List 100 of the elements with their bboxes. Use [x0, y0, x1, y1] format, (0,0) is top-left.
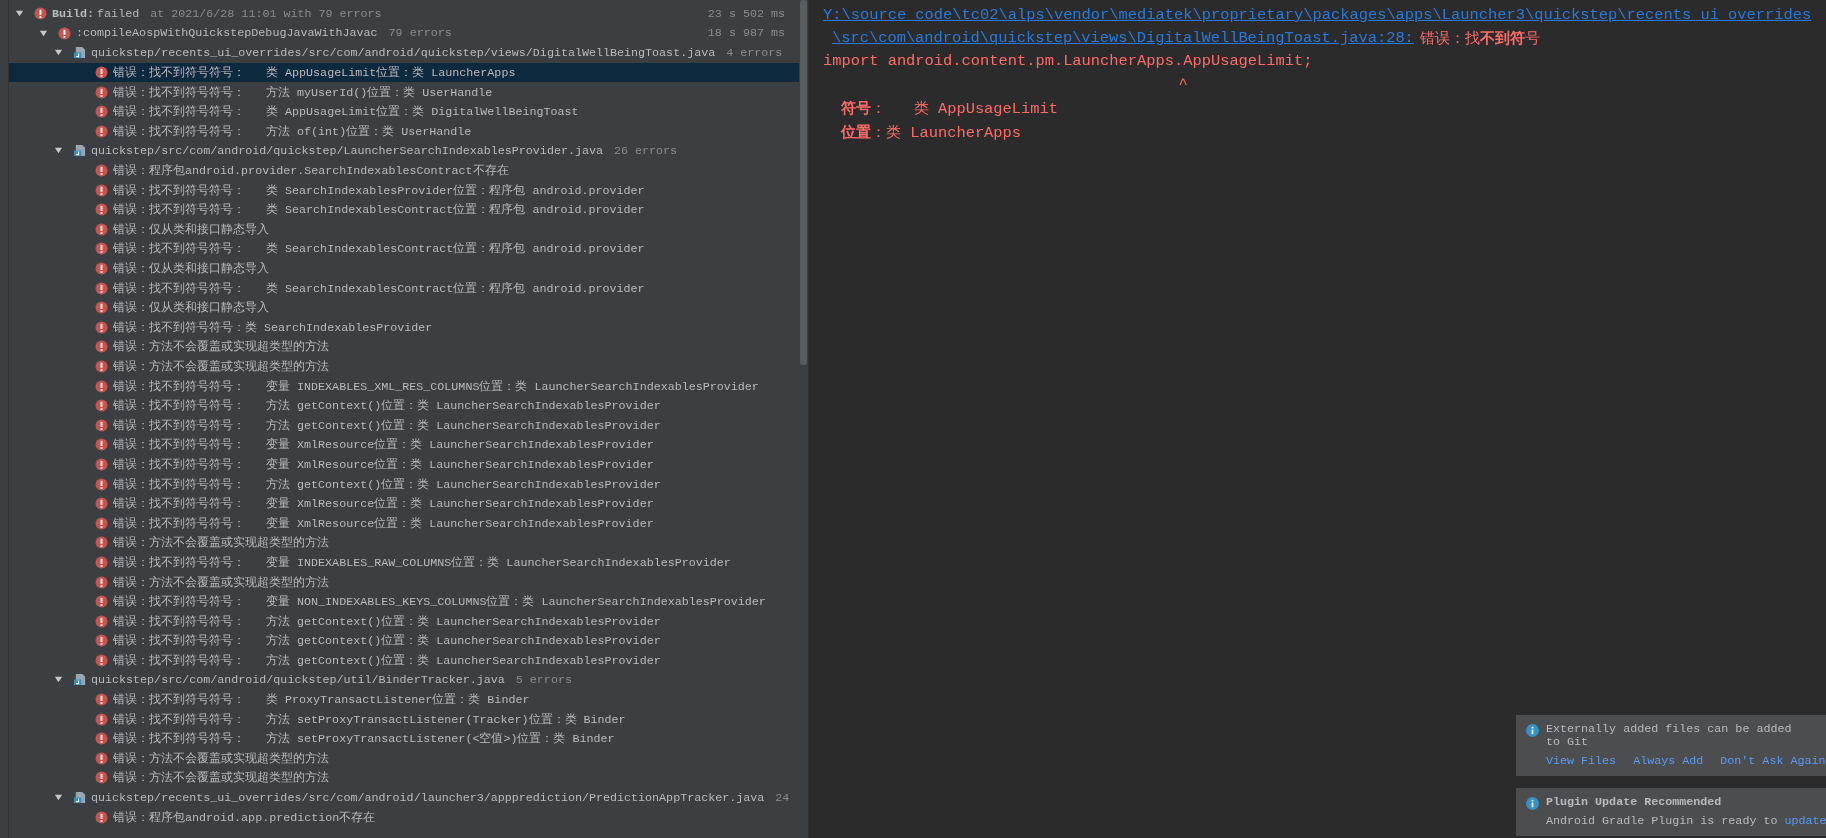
error-message-row[interactable]: 错误：方法不会覆盖或实现超类型的方法 [9, 768, 799, 788]
error-icon [95, 320, 108, 334]
error-icon [95, 634, 108, 648]
error-message-row[interactable]: 错误：找不到符号符号： 变量 XmlResource位置：类 LauncherSearchIndexablesProvider [9, 435, 799, 455]
error-message-row[interactable]: 错误：程序包android.app.prediction不存在 [9, 807, 799, 827]
error-message-row[interactable]: 错误：找不到符号符号： 方法 myUserId()位置：类 UserHandle [9, 82, 799, 102]
error-message-row[interactable]: 错误：找不到符号符号： 方法 getContext()位置：类 LauncherSearchIndexablesProvider [9, 611, 799, 631]
error-message: 错误：找不到符号符号： 类 SearchIndexablesProvider位置：程序包 android.provider [113, 182, 645, 198]
error-message: 错误：方法不会覆盖或实现超类型的方法 [113, 770, 329, 786]
error-message-row[interactable]: 错误：找不到符号符号： 变量 NON_INDEXABLES_KEYS_COLUMNS位置：类 LauncherSearchIndexablesProvider [9, 591, 799, 612]
error-detail: 符号： 类 AppUsageLimit [841, 98, 1058, 119]
error-message: 错误：找不到符号符号： 类 AppUsageLimit位置：类 LauncherApps [113, 65, 516, 81]
error-message-row[interactable]: 错误：找不到符号符号： 方法 getContext()位置：类 LauncherSearchIndexablesProvider [9, 474, 799, 494]
notification-action-link[interactable]: Don't Ask Again [1720, 754, 1826, 768]
error-message-row[interactable]: 错误：程序包android.provider.SearchIndexablesContract不存在 [9, 160, 799, 181]
error-count: 5 errors [515, 673, 572, 687]
error-icon [95, 810, 108, 824]
notification-action-link[interactable]: Always Add [1633, 754, 1704, 768]
error-message-row[interactable]: 错误：方法不会覆盖或实现超类型的方法 [9, 356, 799, 377]
error-message-row[interactable]: 错误：找不到符号符号：类 SearchIndexablesProvider [9, 317, 799, 338]
error-icon [34, 7, 47, 21]
error-message-row[interactable]: 错误：方法不会覆盖或实现超类型的方法 [9, 748, 799, 769]
error-message-row[interactable]: 错误：找不到符号符号： 类 AppUsageLimit位置：类 LauncherApps [9, 62, 799, 83]
error-icon [95, 693, 108, 707]
expand-arrow-icon[interactable] [54, 146, 63, 156]
error-message: 错误：找不到符号符号： 变量 INDEXABLES_RAW_COLUMNS位置：类 LauncherSearchIndexablesProvider [113, 554, 731, 570]
error-icon [95, 262, 108, 275]
error-message: 错误：仅从类和接口静态导入 [113, 221, 269, 237]
error-icon [95, 360, 108, 373]
error-message-row[interactable]: 错误：找不到符号符号： 变量 XmlResource位置：类 LauncherSearchIndexablesProvider [9, 454, 799, 475]
error-message-row[interactable]: 错误：找不到符号符号： 方法 getContext()位置：类 LauncherSearchIndexablesProvider [9, 650, 799, 671]
update-link[interactable]: update [1784, 814, 1826, 828]
file-link[interactable]: \src\com\android\quickstep\views\DigitalWellBeingToast.java:28: [832, 29, 1414, 47]
error-icon [95, 242, 108, 256]
expand-arrow-icon[interactable] [39, 28, 48, 38]
error-message: 错误：找不到符号符号： 变量 INDEXABLES_XML_RES_COLUMNS位置：类 LauncherSearchIndexablesProvider [113, 378, 759, 394]
error-message-row[interactable]: 错误：找不到符号符号： 方法 of(int)位置：类 UserHandle [9, 121, 799, 142]
error-icon [95, 340, 108, 354]
error-icon [95, 653, 108, 667]
error-icon [95, 751, 108, 765]
error-icon [95, 477, 108, 491]
error-message-row[interactable]: 错误：仅从类和接口静态导入 [9, 258, 799, 279]
error-message-row[interactable]: 错误：找不到符号符号： 类 SearchIndexablesContract位置：程序包 android.provider [9, 199, 799, 220]
error-message-row[interactable]: 错误：找不到符号符号： 类 SearchIndexablesContract位置：程序包 android.provider [9, 278, 799, 298]
error-message: 错误：找不到符号符号： 变量 XmlResource位置：类 LauncherSearchIndexablesProvider [113, 456, 654, 472]
notification-action-link[interactable]: View Files [1546, 754, 1617, 768]
build-status: failed [97, 6, 140, 21]
error-message: 错误：找不到符号符号： 方法 getContext()位置：类 LauncherSearchIndexablesProvider [113, 476, 661, 492]
file-link[interactable]: Y:\source_code\tc02\alps\vendor\mediatek\proprietary\packages\apps\Launcher3\quickstep\recents_ui_overrides [823, 6, 1812, 24]
error-message-row[interactable]: 错误：方法不会覆盖或实现超类型的方法 [9, 533, 799, 553]
scrollbar-thumb[interactable] [800, 0, 807, 365]
error-message: 错误：找不到符号符号： 变量 XmlResource位置：类 LauncherSearchIndexablesProvider [113, 515, 654, 531]
error-message-row[interactable]: 错误：找不到符号符号： 变量 XmlResource位置：类 LauncherSearchIndexablesProvider [9, 493, 799, 514]
expand-arrow-icon[interactable] [54, 48, 63, 58]
error-message-row[interactable]: 错误：找不到符号符号： 类 AppUsageLimit位置：类 DigitalWellBeingToast [9, 101, 799, 122]
error-message: 错误：程序包android.provider.SearchIndexablesContract不存在 [113, 163, 509, 179]
error-count: 24 [775, 790, 790, 805]
error-message-row[interactable]: 错误：找不到符号符号： 变量 INDEXABLES_RAW_COLUMNS位置：类 LauncherSearchIndexablesProvider [9, 552, 799, 573]
error-message-row[interactable]: 错误：找不到符号符号： 方法 getContext()位置：类 LauncherSearchIndexablesProvider [9, 631, 799, 651]
error-icon [95, 105, 108, 119]
error-icon [95, 497, 108, 511]
error-message-row[interactable]: 错误：方法不会覆盖或实现超类型的方法 [9, 572, 799, 592]
error-message-row[interactable]: 错误：找不到符号符号： 类 SearchIndexablesContract位置：程序包 android.provider [9, 239, 799, 259]
error-icon [95, 614, 108, 628]
build-time: 23 s 502 ms [707, 6, 785, 21]
error-message-row[interactable]: 错误：仅从类和接口静态导入 [9, 219, 799, 240]
error-message-row[interactable]: 错误：找不到符号符号： 类 ProxyTransactListener位置：类 Binder [9, 689, 799, 710]
error-message: 错误：找不到符号符号： 方法 getContext()位置：类 LauncherSearchIndexablesProvider [113, 633, 661, 649]
error-icon [95, 418, 108, 432]
error-message: 错误：方法不会覆盖或实现超类型的方法 [113, 339, 329, 355]
error-message: 错误：找不到符号符号： 类 SearchIndexablesContract位置：程序包 android.provider [113, 202, 645, 218]
error-icon [95, 595, 108, 609]
error-message-row[interactable]: 错误：找不到符号符号： 类 SearchIndexablesProvider位置：程序包 android.provider [9, 180, 799, 200]
notification-text: Android Gradle Plugin is ready to update [1546, 814, 1826, 828]
error-message-row[interactable]: 错误：找不到符号符号： 方法 setProxyTransactListener(<空值>)位置：类 Binder [9, 728, 799, 749]
error-message: 错误：找不到符号符号：类 SearchIndexablesProvider [113, 319, 433, 335]
error-message: 错误：方法不会覆盖或实现超类型的方法 [113, 574, 329, 590]
error-message: 错误：找不到符号符号： 方法 getContext()位置：类 LauncherSearchIndexablesProvider [113, 613, 661, 629]
error-message-row[interactable]: 错误：找不到符号符号： 方法 getContext()位置：类 LauncherSearchIndexablesProvider [9, 415, 799, 436]
task-time: 18 s 987 ms [707, 26, 785, 41]
error-icon [95, 164, 108, 178]
error-message: 错误：程序包android.app.prediction不存在 [113, 809, 376, 825]
expand-arrow-icon[interactable] [54, 793, 63, 803]
expand-arrow-icon[interactable] [54, 675, 63, 685]
error-icon [95, 203, 108, 217]
error-message: 错误：找不到符号符号： 类 AppUsageLimit位置：类 DigitalWellBeingToast [113, 104, 579, 120]
file-path: quickstep/recents_ui_overrides/src/com/android/quickstep/views/DigitalWellBeingToast.java [91, 46, 716, 60]
error-message-row[interactable]: 错误：找不到符号符号： 方法 getContext()位置：类 LauncherSearchIndexablesProvider [9, 395, 799, 416]
code-line: import android.content.pm.LauncherApps.AppUsageLimit; [823, 52, 1313, 70]
error-message: 错误：找不到符号符号： 方法 setProxyTransactListener(<空值>)位置：类 Binder [113, 731, 615, 747]
error-message-row[interactable]: 错误：仅从类和接口静态导入 [9, 297, 799, 318]
error-message-row[interactable]: 错误：方法不会覆盖或实现超类型的方法 [9, 337, 799, 357]
error-icon [95, 712, 108, 726]
expand-arrow-icon[interactable] [15, 9, 24, 19]
error-icon [95, 399, 108, 413]
error-message-row[interactable]: 错误：找不到符号符号： 变量 XmlResource位置：类 LauncherSearchIndexablesProvider [9, 513, 799, 534]
error-icon [95, 301, 108, 315]
error-message-row[interactable]: 错误：找不到符号符号： 方法 setProxyTransactListener(Tracker)位置：类 Binder [9, 709, 799, 729]
notification-title: Externally added files can be added to Git [1546, 723, 1793, 749]
error-message-row[interactable]: 错误：找不到符号符号： 变量 INDEXABLES_XML_RES_COLUMNS位置：类 LauncherSearchIndexablesProvider [9, 376, 799, 396]
